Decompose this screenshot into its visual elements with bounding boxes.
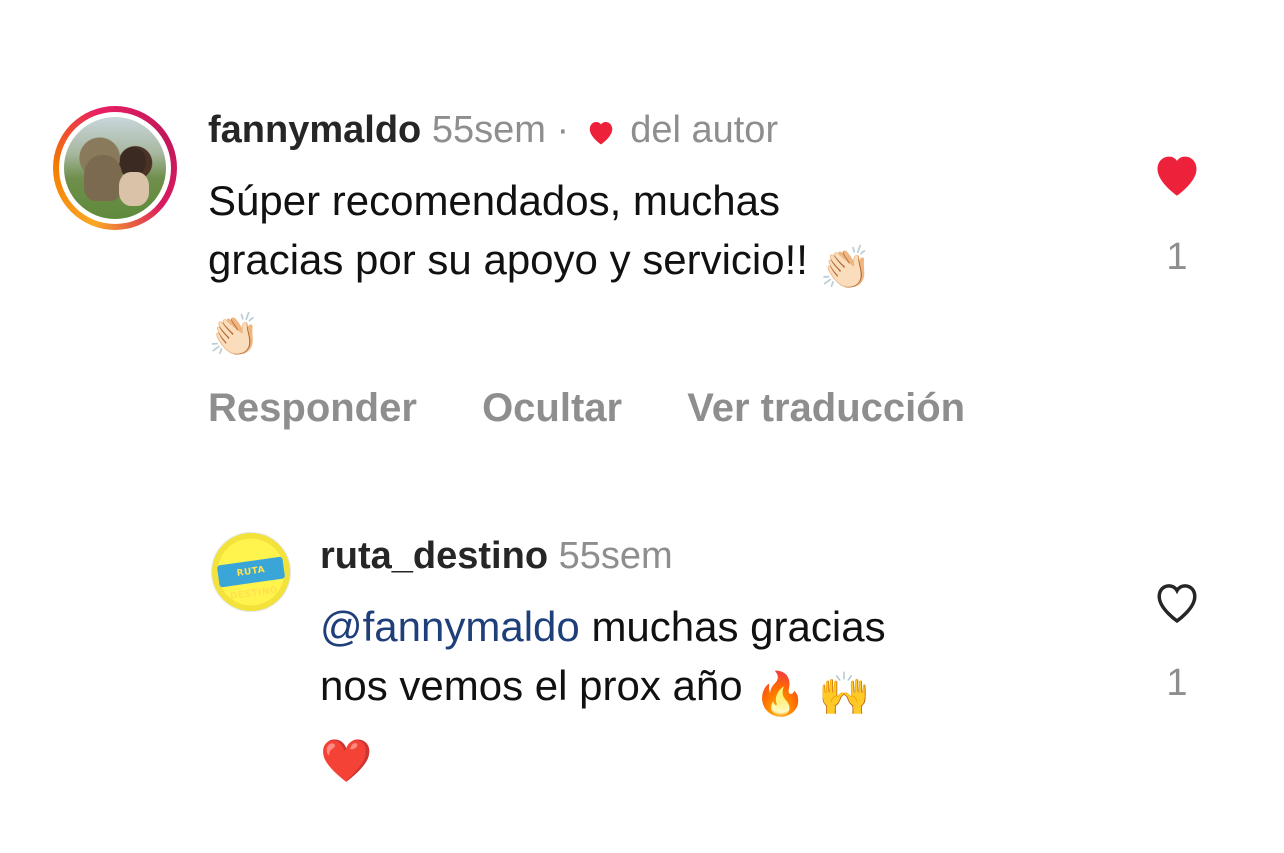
comment-text-segment: gracias por su apoyo y servicio!!	[208, 236, 808, 283]
comment-text-line: 👏🏻	[208, 297, 1088, 364]
raising-hands-emoji: 🙌	[818, 670, 871, 717]
like-heart-filled-icon[interactable]	[1151, 150, 1203, 198]
reply-text: @fannymaldo muchas gracias nos vemos el …	[320, 597, 1080, 790]
timestamp: 55sem	[558, 535, 673, 577]
comment-actions: Responder Ocultar Ver traducción	[208, 382, 1019, 434]
username[interactable]: ruta_destino	[320, 535, 548, 577]
translate-button[interactable]: Ver traducción	[687, 386, 965, 430]
separator: ·	[556, 109, 570, 151]
timestamp: 55sem	[431, 109, 546, 151]
clapping-hands-emoji: 👏🏻	[819, 244, 872, 291]
reply-text-segment: nos vemos el prox año	[320, 662, 755, 709]
comment-header: fannymaldo 55sem · del autor	[208, 107, 778, 153]
username[interactable]: fannymaldo	[208, 109, 421, 151]
liked-by-author-label: del autor	[630, 109, 779, 151]
reply-text-line: ❤️	[320, 723, 1080, 790]
author-heart-icon	[589, 122, 612, 145]
avatar-ruta-destino[interactable]: RUTA DESTINO	[211, 532, 291, 612]
reply-button[interactable]: Responder	[208, 386, 417, 430]
reply-text-line: nos vemos el prox año 🔥 🙌	[320, 656, 1080, 723]
reply-text-segment: muchas gracias	[579, 603, 886, 650]
comment-text-line: gracias por su apoyo y servicio!! 👏🏻	[208, 230, 1088, 297]
hide-button[interactable]: Ocultar	[482, 386, 622, 430]
reply-text-line: @fannymaldo muchas gracias	[320, 597, 1080, 656]
fire-emoji: 🔥	[754, 670, 807, 717]
avatar-logo: RUTA DESTINO	[216, 556, 286, 602]
avatar-fannymaldo[interactable]	[53, 106, 177, 230]
like-count[interactable]: 1	[1151, 662, 1203, 705]
reply-header: ruta_destino 55sem	[320, 533, 673, 579]
mention-link[interactable]: @fannymaldo	[320, 603, 580, 650]
red-heart-emoji: ❤️	[320, 737, 373, 784]
like-count[interactable]: 1	[1151, 236, 1203, 279]
comment-fannymaldo: fannymaldo 55sem · del autor Súper recom…	[0, 0, 1284, 470]
clapping-hands-emoji: 👏🏻	[208, 311, 261, 358]
like-heart-outline-icon[interactable]	[1151, 577, 1203, 625]
comment-text-line: Súper recomendados, muchas	[208, 177, 780, 224]
comment-text: Súper recomendados, muchas gracias por s…	[208, 171, 1088, 364]
